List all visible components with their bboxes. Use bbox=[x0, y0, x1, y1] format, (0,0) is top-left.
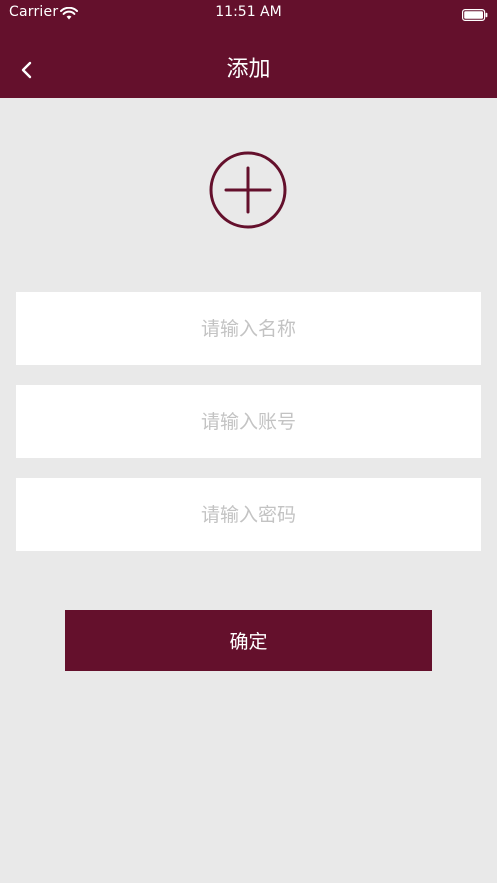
status-time: 11:51 AM bbox=[215, 4, 282, 20]
account-input[interactable] bbox=[16, 385, 481, 458]
password-field-container bbox=[16, 478, 481, 551]
confirm-button[interactable]: 确定 bbox=[65, 610, 432, 671]
password-input[interactable] bbox=[16, 478, 481, 551]
top-bar: Carrier 11:51 AM 添加 bbox=[0, 0, 497, 98]
status-bar: Carrier 11:51 AM bbox=[0, 0, 497, 26]
battery-icon bbox=[462, 6, 488, 22]
navigation-bar: 添加 bbox=[0, 42, 497, 98]
plus-circle-icon bbox=[209, 151, 287, 229]
add-account-screen: Carrier 11:51 AM 添加 请输入名称 请输入账号 确定 bbox=[0, 0, 497, 883]
name-input[interactable] bbox=[16, 292, 481, 365]
account-field-container bbox=[16, 385, 481, 458]
page-title: 添加 bbox=[226, 57, 271, 82]
name-field-container bbox=[16, 292, 481, 365]
add-avatar-button[interactable] bbox=[208, 150, 288, 230]
